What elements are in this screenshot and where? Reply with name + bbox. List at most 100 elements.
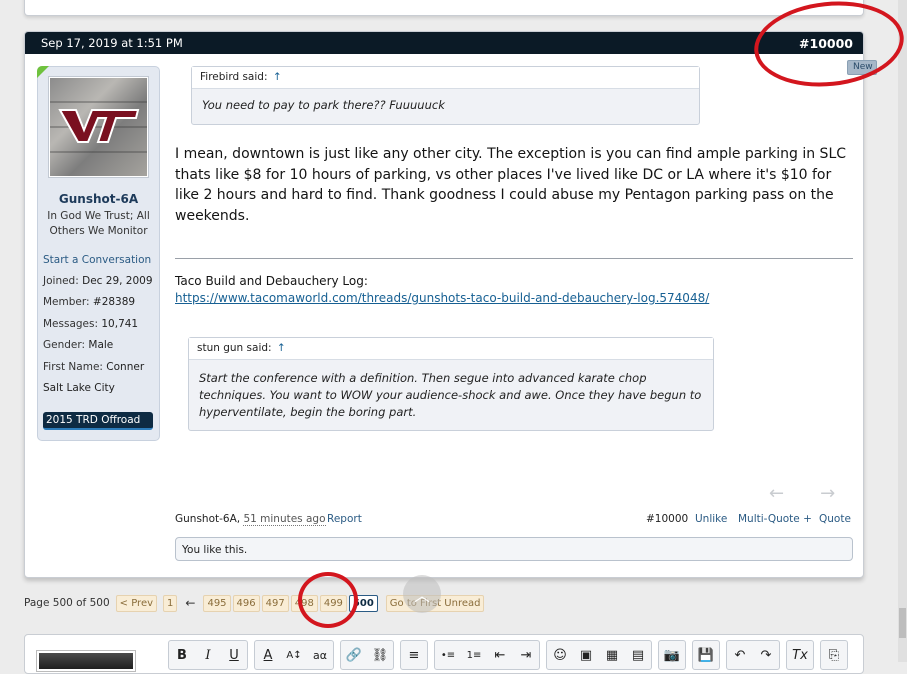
toolbar-group-source: ⎘ [820, 640, 848, 670]
user-info-panel: Gunshot-6A In God We Trust; All Others W… [37, 66, 160, 441]
outdent-icon[interactable]: ⇤ [487, 641, 513, 669]
page-scrollbar[interactable] [898, 0, 907, 662]
quote-author: stun gun said: [197, 342, 272, 354]
signature-title: Taco Build and Debauchery Log: [175, 274, 368, 288]
page-link[interactable]: 496 [232, 594, 260, 612]
post-time[interactable]: 51 minutes ago [243, 513, 326, 526]
stat-label: Joined: [43, 275, 79, 287]
previous-post-tail [24, 0, 864, 16]
stat-joined: Joined: Dec 29, 2009 [43, 275, 153, 287]
quote-attribution: Firebird said: ↑ [192, 67, 699, 89]
message-body: I mean, downtown is just like any other … [175, 146, 847, 224]
toolbar-group-clear: Tx [786, 640, 814, 670]
numbered-list-icon[interactable]: 1≡ [461, 641, 487, 669]
toggle-source-icon[interactable]: ⎘ [821, 641, 847, 669]
stat-label: First Name: [43, 361, 103, 373]
reply-avatar [37, 651, 135, 671]
prev-page-button[interactable]: < Prev [115, 594, 158, 612]
scroll-to-top-button[interactable]: ︿ [403, 575, 441, 613]
online-status-indicator [37, 66, 49, 78]
post-navigation: ← → [769, 483, 871, 504]
page-link-first[interactable]: 1 [163, 594, 178, 612]
toolbar-group-save: 💾 [692, 640, 720, 670]
post-date: Sep 17, 2019 at 1:51 PM [41, 36, 183, 50]
scrollbar-thumb[interactable] [899, 608, 906, 638]
signature-divider [175, 258, 853, 259]
stat-label: Gender: [43, 339, 86, 351]
toolbar-group-font: A A↕ aα [254, 640, 334, 670]
jump-to-quote-icon[interactable]: ↑ [273, 71, 282, 83]
stat-member: Member: #28389 [43, 296, 135, 308]
arrow-left-icon: ← [185, 596, 196, 610]
font-size-button[interactable]: A↕ [281, 641, 307, 669]
stat-value: Male [88, 339, 114, 351]
undo-icon[interactable]: ↶ [727, 641, 753, 669]
stat-gender: Gender: Male [43, 339, 113, 351]
toolbar-group-links: 🔗 ⛓ [340, 640, 394, 670]
bold-button[interactable]: B [169, 641, 195, 669]
page-link[interactable]: 497 [261, 594, 289, 612]
footer-author-link[interactable]: Gunshot-6A, [175, 513, 240, 525]
bullet-list-icon[interactable]: •≡ [435, 641, 461, 669]
signature-link[interactable]: https://www.tacomaworld.com/threads/guns… [175, 291, 709, 305]
quote-text: You need to pay to park there?? Fuuuuuck [202, 98, 445, 112]
quote-firebird: Firebird said: ↑ You need to pay to park… [191, 66, 700, 125]
stat-value: 10,741 [101, 318, 139, 330]
insert-icon[interactable]: ▤ [625, 641, 651, 669]
quote-author: Firebird said: [200, 71, 268, 83]
post-footer: Gunshot-6A, 51 minutes ago Report #10000… [175, 513, 853, 527]
quote-attribution: stun gun said: ↑ [189, 338, 713, 360]
stat-label: Messages: [43, 318, 99, 330]
stat-first-name: First Name: Conner [43, 361, 144, 373]
toolbar-group-camera: 📷 [658, 640, 686, 670]
unlink-icon[interactable]: ⛓ [367, 641, 393, 669]
start-conversation-link[interactable]: Start a Conversation [43, 254, 151, 266]
toolbar-group-history: ↶ ↷ [726, 640, 780, 670]
stat-value: #28389 [92, 296, 136, 308]
toolbar-group-lists: •≡ 1≡ ⇤ ⇥ [434, 640, 540, 670]
quote-stun-gun: stun gun said: ↑ Start the conference wi… [188, 337, 714, 431]
vehicle-badge: 2015 TRD Offroad [43, 412, 153, 430]
unlike-link[interactable]: Unlike [695, 513, 727, 525]
report-link[interactable]: Report [327, 513, 362, 525]
vt-logo-icon [58, 109, 140, 143]
camera-icon[interactable]: 📷 [659, 641, 685, 669]
quote-link[interactable]: Quote [819, 513, 851, 525]
toolbar-group-align: ≡ [400, 640, 428, 670]
stat-value: Dec 29, 2009 [82, 275, 153, 287]
user-title: In God We Trust; All Others We Monitor [47, 210, 150, 237]
stat-label: Member: [43, 296, 90, 308]
annotation-circle-current-page [298, 572, 358, 628]
indent-icon[interactable]: ⇥ [513, 641, 539, 669]
toolbar-group-text-style: B I U [168, 640, 248, 670]
user-location: Salt Lake City [43, 382, 115, 394]
toolbar-group-insert: ☺ ▣ ▦ ▤ [546, 640, 652, 670]
italic-button[interactable]: I [195, 641, 221, 669]
redo-icon[interactable]: ↷ [753, 641, 779, 669]
page-link[interactable]: 495 [203, 594, 231, 612]
link-icon[interactable]: 🔗 [341, 641, 367, 669]
post-header: Sep 17, 2019 at 1:51 PM #10000 [25, 32, 863, 54]
arrow-right-icon[interactable]: → [820, 483, 835, 504]
footer-author: Gunshot-6A, 51 minutes ago [175, 513, 326, 526]
remove-formatting-icon[interactable]: Tx [787, 641, 813, 669]
multi-quote-link[interactable]: Multi-Quote + [738, 513, 812, 525]
likes-summary: You like this. [175, 537, 853, 561]
smilie-icon[interactable]: ☺ [547, 641, 573, 669]
footer-post-number[interactable]: #10000 [646, 513, 688, 525]
font-color-button[interactable]: A [255, 641, 281, 669]
image-icon[interactable]: ▣ [573, 641, 599, 669]
jump-to-quote-icon[interactable]: ↑ [277, 342, 286, 354]
align-icon[interactable]: ≡ [401, 641, 427, 669]
username-link[interactable]: Gunshot-6A [38, 192, 159, 206]
arrow-left-icon[interactable]: ← [769, 483, 784, 504]
page-summary: Page 500 of 500 [24, 597, 110, 609]
quote-text: Start the conference with a definition. … [199, 371, 702, 419]
font-family-button[interactable]: aα [307, 641, 333, 669]
stat-messages: Messages: 10,741 [43, 318, 138, 330]
save-draft-icon[interactable]: 💾 [693, 641, 719, 669]
underline-button[interactable]: U [221, 641, 247, 669]
avatar[interactable] [49, 77, 148, 177]
media-icon[interactable]: ▦ [599, 641, 625, 669]
stat-value: Conner [106, 361, 145, 373]
